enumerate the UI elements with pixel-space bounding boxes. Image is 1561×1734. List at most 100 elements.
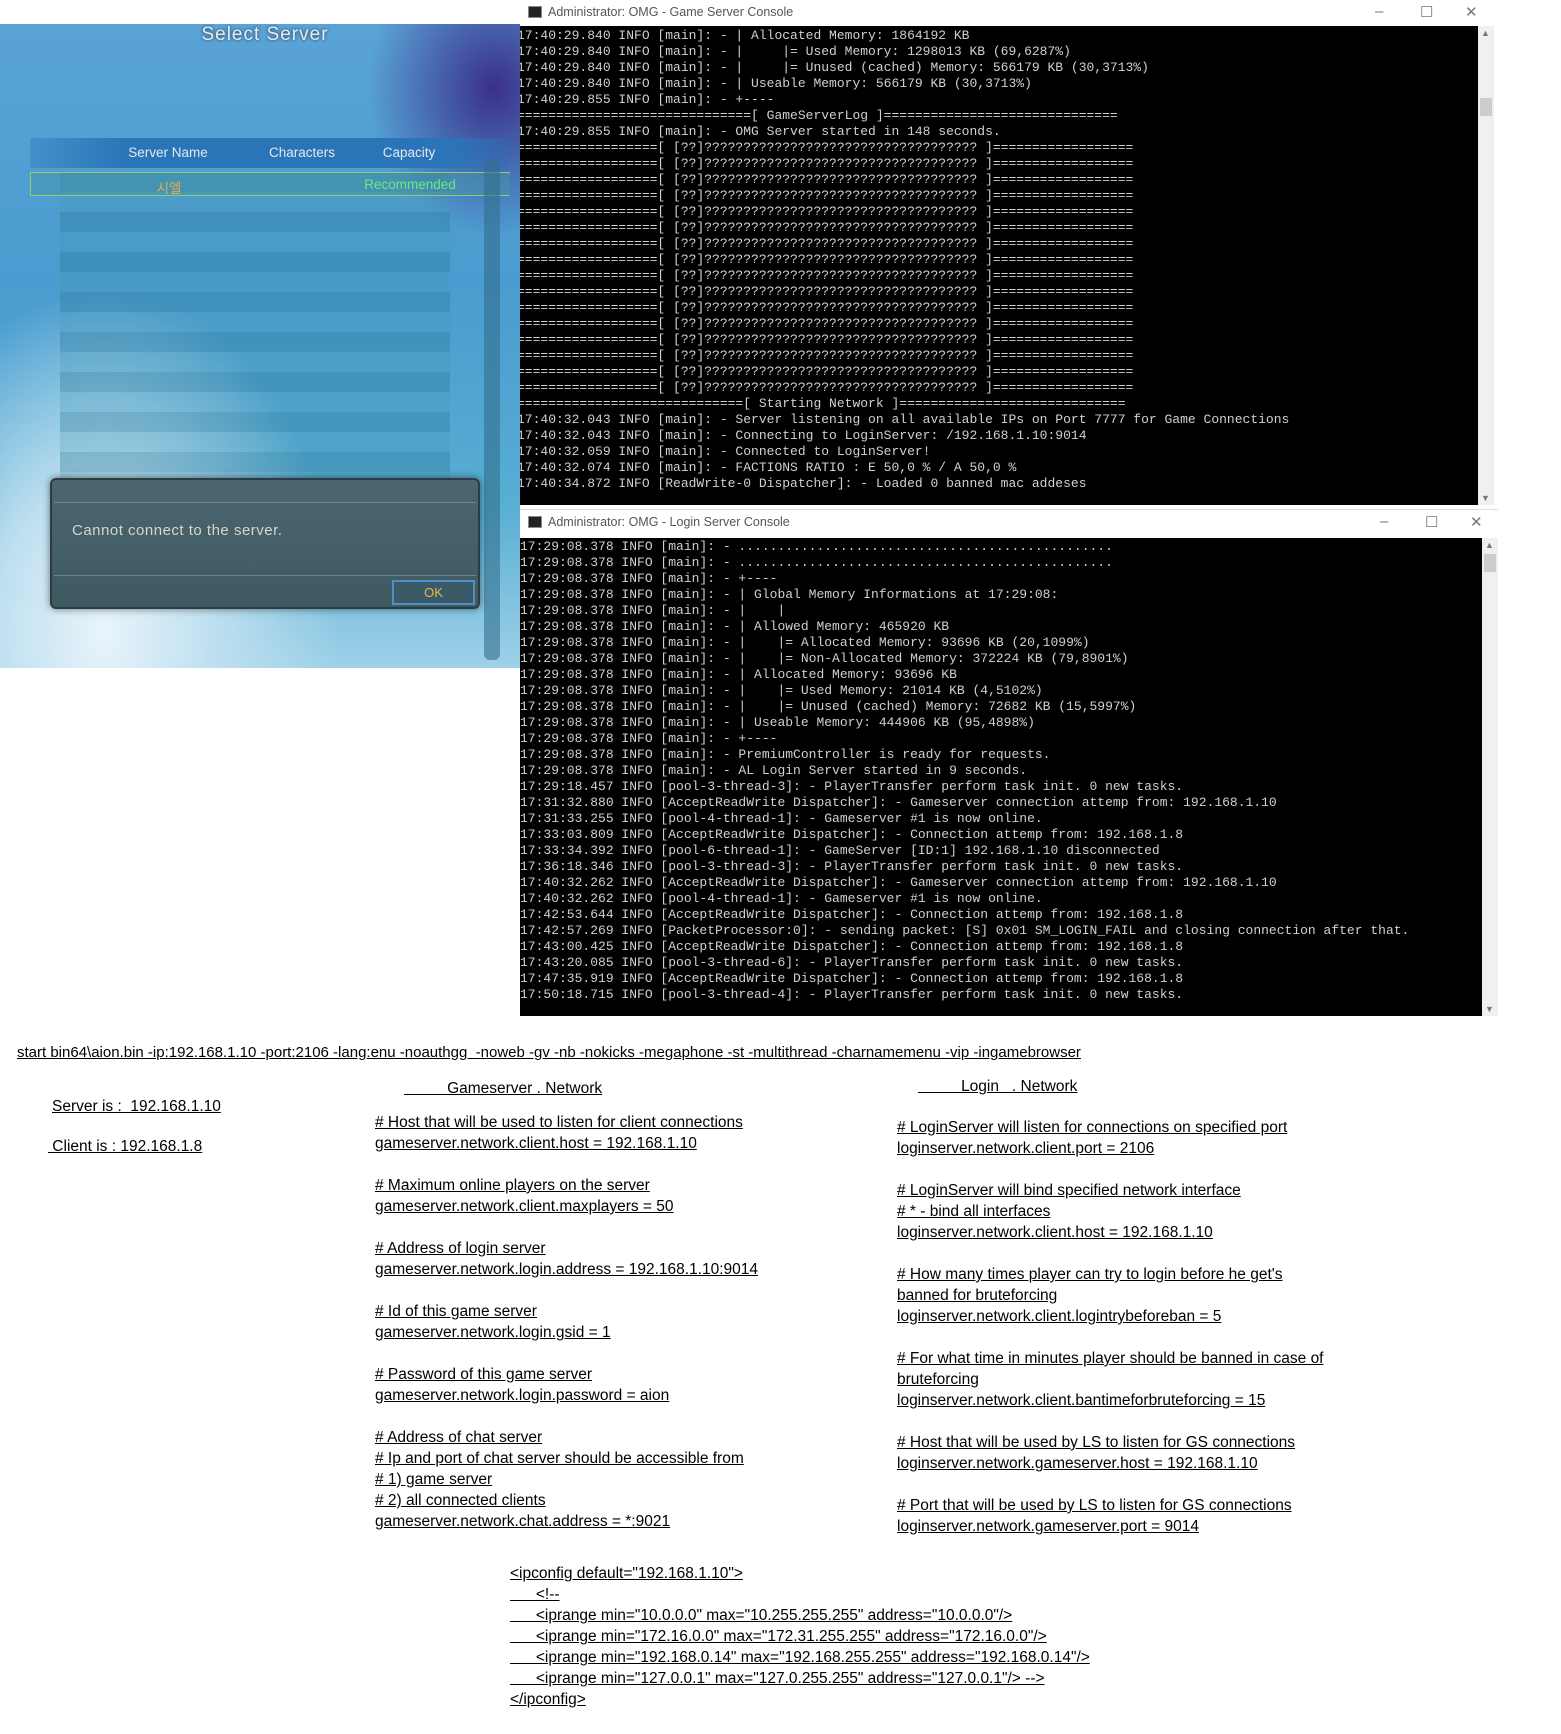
config-setting: gameserver.network.chat.address = *:9021 [375,1513,671,1530]
scroll-up-icon[interactable]: ▲ [1485,540,1494,550]
console-line: 17:29:08.378 INFO [main]: - | |= Unused … [520,699,1137,714]
console-output[interactable]: 17:40:29.840 INFO [main]: - | Allocated … [520,26,1478,505]
game-server-console-window: Administrator: OMG - Game Server Console… [520,0,1494,505]
config-group: # LoginServer will bind specified networ… [897,1180,1324,1243]
console-icon [528,6,542,18]
config-setting: loginserver.network.gameserver.port = 90… [897,1518,1199,1535]
config-comment: # For what time in minutes player should… [897,1350,1324,1367]
console-line: ==================[ [??]????????????????… [520,236,1134,251]
title-bar: Administrator: OMG - Login Server Consol… [520,510,1498,536]
column-capacity[interactable]: Capacity [383,145,436,160]
console-line: 17:42:57.269 INFO [PacketProcessor:0]: -… [520,923,1410,938]
config-group: # For what time in minutes player should… [897,1348,1324,1411]
console-line: 17:29:08.378 INFO [main]: - | | [520,603,786,618]
scroll-thumb[interactable] [1480,98,1492,116]
config-comment: # Port that will be used by LS to listen… [897,1497,1292,1514]
config-comment: # Ip and port of chat server should be a… [375,1450,744,1467]
ipconfig-line: <!-- [510,1586,560,1603]
console-line: 17:40:29.855 INFO [main]: - OMG Server s… [520,124,1001,139]
console-line: 17:29:08.378 INFO [main]: - | Allocated … [520,667,957,682]
console-line: 17:47:35.919 INFO [AcceptReadWrite Dispa… [520,971,1184,986]
close-icon[interactable]: ✕ [1465,3,1478,21]
maximize-icon[interactable]: ☐ [1420,3,1433,21]
console-line: 17:36:18.346 INFO [pool-3-thread-3]: - P… [520,859,1184,874]
console-line: ==================[ [??]????????????????… [520,172,1134,187]
console-line: ==================[ [??]????????????????… [520,268,1134,283]
console-output[interactable]: 17:29:08.378 INFO [main]: - ............… [520,538,1482,1016]
config-group: # Host that will be used to listen for c… [375,1112,758,1154]
scrollbar[interactable]: ▲ ▼ [1478,26,1494,505]
config-setting: loginserver.network.client.logintrybefor… [897,1308,1222,1325]
console-line: 17:40:29.840 INFO [main]: - | Useable Me… [520,76,1032,91]
config-group: # Host that will be used by LS to listen… [897,1432,1324,1474]
launch-command: start bin64\aion.bin -ip:192.168.1.10 -p… [17,1044,1081,1061]
minimize-icon[interactable]: – [1380,513,1388,530]
config-comment: # How many times player can try to login… [897,1266,1283,1283]
config-setting: gameserver.network.login.address = 192.1… [375,1261,759,1278]
scroll-down-icon[interactable]: ▼ [1481,493,1490,503]
server-ip-note: Server is : 192.168.1.10 [52,1098,221,1115]
console-line: 17:29:08.378 INFO [main]: - AL Login Ser… [520,763,1028,778]
console-line: 17:29:08.378 INFO [main]: - ............… [520,539,1113,554]
column-characters[interactable]: Characters [269,145,335,160]
config-setting: loginserver.network.client.bantimeforbru… [897,1392,1266,1409]
console-line: ==================[ [??]????????????????… [520,380,1134,395]
console-line: ==================[ [??]????????????????… [520,140,1134,155]
ipconfig-line: <ipconfig default="192.168.1.10"> [510,1565,743,1582]
server-list-scrollbar[interactable] [484,160,500,660]
login-server-console-window: Administrator: OMG - Login Server Consol… [520,509,1498,1017]
console-line: 17:29:08.378 INFO [main]: - | |= Used Me… [520,683,1043,698]
console-line: 17:31:33.255 INFO [pool-4-thread-1]: - G… [520,811,1043,826]
console-line: 17:29:08.378 INFO [main]: - +---- [520,731,778,746]
console-line: 17:43:00.425 INFO [AcceptReadWrite Dispa… [520,939,1184,954]
config-comment: # 2) all connected clients [375,1492,546,1509]
config-group: # LoginServer will listen for connection… [897,1117,1324,1159]
scroll-down-icon[interactable]: ▼ [1485,1004,1494,1014]
config-comment: # Address of login server [375,1240,546,1257]
maximize-icon[interactable]: ☐ [1425,513,1438,531]
console-line: 17:40:29.840 INFO [main]: - | |= Unused … [520,60,1149,75]
gameserver-config: # Host that will be used to listen for c… [375,1112,758,1553]
console-line: 17:29:08.378 INFO [main]: - ............… [520,555,1113,570]
scroll-thumb[interactable] [1484,554,1496,572]
select-server-title: Select Server [201,24,329,45]
server-status: Recommended [364,177,456,192]
error-message: Cannot connect to the server. [72,522,283,539]
console-line: 17:29:08.378 INFO [main]: - | Global Mem… [520,587,1059,602]
console-line: 17:29:08.378 INFO [main]: - | |= Allocat… [520,635,1090,650]
config-group: # Address of chat server # Ip and port of… [375,1427,758,1532]
console-line: 17:40:32.074 INFO [main]: - FACTIONS RAT… [520,460,1017,475]
console-icon [528,516,542,528]
console-line: 17:29:08.378 INFO [main]: - | Allowed Me… [520,619,950,634]
scrollbar[interactable]: ▲ ▼ [1482,538,1498,1016]
config-setting: banned for bruteforcing [897,1287,1058,1304]
config-setting: bruteforcing [897,1371,979,1388]
config-group: # Maximum online players on the server ga… [375,1175,758,1217]
console-line: 17:31:32.880 INFO [AcceptReadWrite Dispa… [520,795,1277,810]
title-bar: Administrator: OMG - Game Server Console… [520,0,1490,26]
console-line: ==================[ [??]????????????????… [520,156,1134,171]
game-client-window: Select Server Server Name Characters Cap… [0,24,520,668]
minimize-icon[interactable]: – [1375,3,1383,20]
console-line: 17:40:32.059 INFO [main]: - Connected to… [520,444,931,459]
console-line: ==================[ [??]????????????????… [520,188,1134,203]
ipconfig-line: <iprange min="10.0.0.0" max="10.255.255.… [510,1607,1013,1624]
scroll-up-icon[interactable]: ▲ [1481,28,1490,38]
console-line: 17:33:34.392 INFO [pool-6-thread-1]: - G… [520,843,1160,858]
gameserver-network-header: Gameserver . Network [404,1080,603,1097]
close-icon[interactable]: ✕ [1470,513,1483,531]
config-setting: gameserver.network.client.maxplayers = 5… [375,1198,674,1215]
console-line: 17:29:08.378 INFO [main]: - | |= Non-All… [520,651,1129,666]
console-line: 17:40:29.855 INFO [main]: - +---- [520,92,775,107]
config-comment: # Host that will be used to listen for c… [375,1114,743,1131]
loginserver-config: # LoginServer will listen for connection… [897,1117,1324,1558]
ipconfig-line: <iprange min="172.16.0.0" max="172.31.25… [510,1628,1047,1645]
console-line: 17:29:08.378 INFO [main]: - | Useable Me… [520,715,1035,730]
ipconfig-line: <iprange min="127.0.0.1" max="127.0.255.… [510,1670,1045,1687]
server-row[interactable]: 시엘 Recommended [30,172,510,196]
column-server-name[interactable]: Server Name [128,145,208,160]
ok-button[interactable]: OK [392,580,475,605]
console-line: 17:43:20.085 INFO [pool-3-thread-6]: - P… [520,955,1184,970]
console-line: ==================[ [??]????????????????… [520,204,1134,219]
ipconfig-block: <ipconfig default="192.168.1.10"> <!-- <… [510,1563,1090,1710]
